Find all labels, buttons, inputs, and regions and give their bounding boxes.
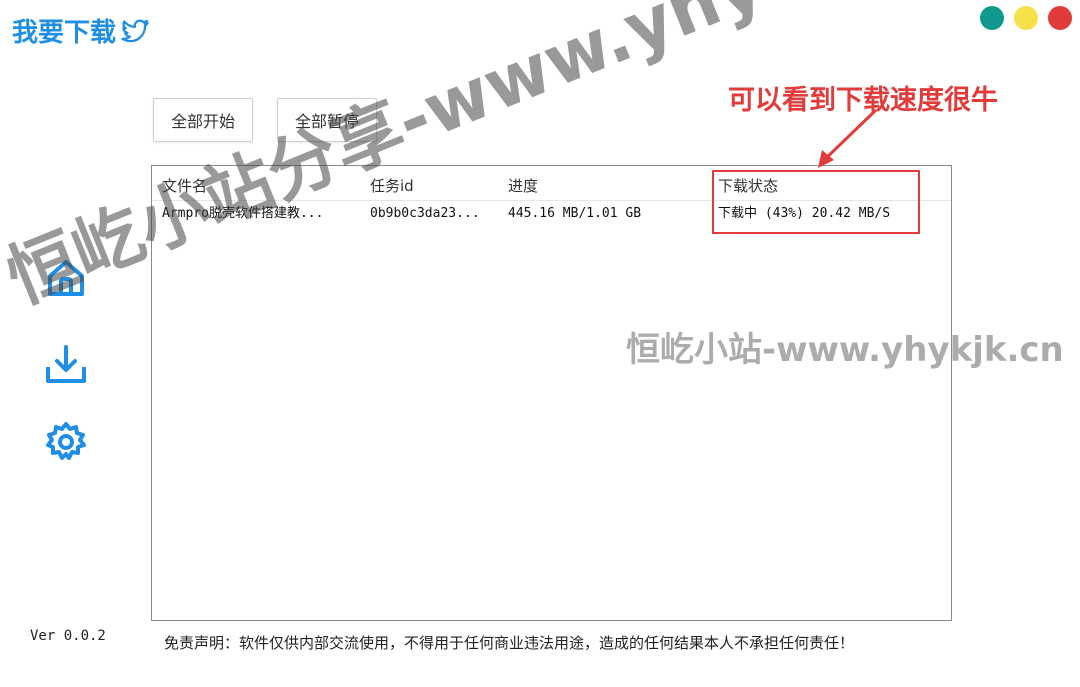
app-title-text: 我要下载 [12,18,117,48]
header-status: 下载状态 [718,177,779,195]
header-progress: 进度 [508,177,539,195]
disclaimer-text: 免责声明：软件仅供内部交流使用，不得用于任何商业违法用途，造成的任何结果本人不承… [164,634,855,652]
row-progress: 445.16 MB/1.01 GB [508,206,642,221]
start-all-button[interactable]: 全部开始 [153,98,253,142]
window-minimize-button[interactable] [980,6,1004,30]
sidebar-item-home[interactable] [44,256,88,300]
header-task-id: 任务id [370,177,414,195]
table-header: 文件名 任务id 进度 下载状态 [152,172,951,201]
header-file-name: 文件名 [162,177,208,195]
sidebar-item-download[interactable] [44,343,88,387]
version-label: Ver 0.0.2 [30,628,106,644]
window-close-button[interactable] [1048,6,1072,30]
table-row[interactable]: Armpro脱壳软件搭建教... 0b9b0c3da23... 445.16 M… [152,200,951,228]
sidebar-item-settings[interactable] [44,420,88,464]
bird-logo-icon [121,19,149,42]
gear-icon [46,422,86,460]
pause-all-button[interactable]: 全部暂停 [277,98,377,142]
window-maximize-button[interactable] [1014,6,1038,30]
app-title: 我要下载 [12,12,150,49]
window-controls [980,6,1072,30]
row-task-id: 0b9b0c3da23... [370,206,480,221]
annotation-arrow-icon [818,108,878,168]
row-status: 下载中 (43%) 20.42 MB/S [718,206,891,221]
download-icon [46,345,86,383]
task-table: 文件名 任务id 进度 下载状态 Armpro脱壳软件搭建教... 0b9b0c… [151,165,952,621]
home-icon [48,260,84,296]
row-file-name: Armpro脱壳软件搭建教... [162,206,324,221]
